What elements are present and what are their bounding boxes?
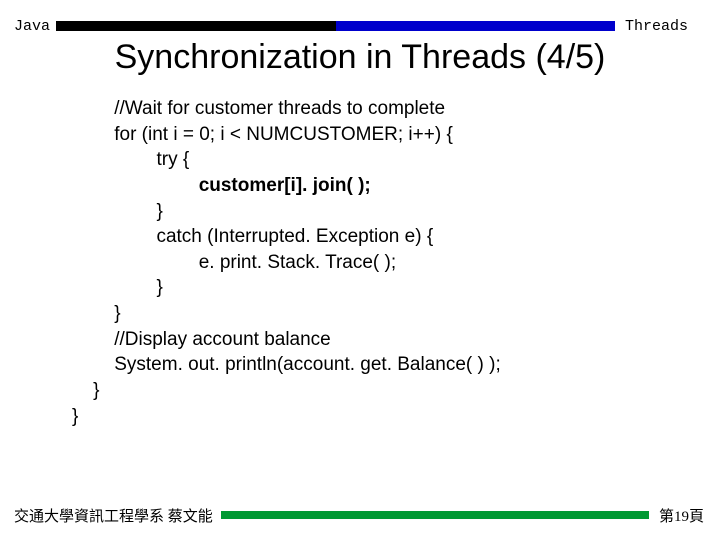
code-line: //Wait for customer threads to complete [72, 98, 445, 119]
slide-title: Synchronization in Threads (4/5) [0, 38, 720, 77]
header-bar: Java Threads [0, 18, 720, 34]
code-line-bold: customer[i]. join( ); [72, 175, 371, 196]
code-line: e. print. Stack. Trace( ); [72, 252, 396, 273]
code-block: //Wait for customer threads to complete … [72, 96, 501, 429]
code-line: } [72, 277, 163, 298]
header-right-label: Threads [615, 18, 720, 35]
footer-left-label: 交通大學資訊工程學系 蔡文能 [0, 505, 221, 526]
header-left-label: Java [0, 18, 56, 35]
code-line: System. out. println(account. get. Balan… [72, 354, 501, 375]
code-line: try { [72, 149, 189, 170]
footer-bar: 交通大學資訊工程學系 蔡文能 第19頁 [0, 508, 720, 522]
header-rule-left [56, 21, 335, 31]
header-rule-right [336, 21, 615, 31]
footer-page-number: 第19頁 [649, 505, 720, 526]
code-line: } [72, 201, 163, 222]
code-line: } [72, 406, 78, 427]
code-line: } [72, 380, 99, 401]
code-line: } [72, 303, 121, 324]
code-line: //Display account balance [72, 329, 331, 350]
code-line: for (int i = 0; i < NUMCUSTOMER; i++) { [72, 124, 453, 145]
code-line: catch (Interrupted. Exception e) { [72, 226, 433, 247]
footer-rule [221, 511, 649, 519]
